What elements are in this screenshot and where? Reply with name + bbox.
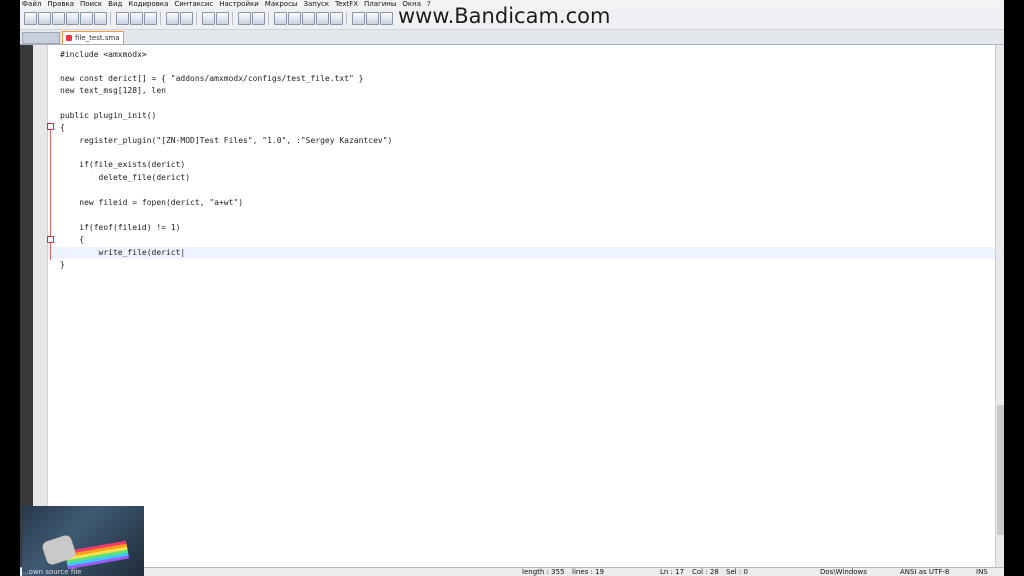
open-file-icon[interactable] — [38, 12, 51, 25]
code-line: if(feof(fileid) != 1) — [60, 223, 181, 232]
menu-run[interactable]: Запуск — [301, 0, 333, 9]
sync-scroll-v-icon[interactable] — [274, 12, 287, 25]
undo-icon[interactable] — [166, 12, 179, 25]
status-encoding: ANSI as UTF-8 — [900, 568, 950, 576]
new-file-icon[interactable] — [24, 12, 37, 25]
scrollbar-thumb[interactable] — [997, 405, 1004, 535]
copy-icon[interactable] — [130, 12, 143, 25]
menu-syntax[interactable]: Синтаксис — [172, 0, 217, 9]
code-line: register_plugin("[ZN-MOD]Test Files", "1… — [60, 136, 393, 145]
code-line: write_file(derict| — [60, 248, 186, 257]
tab-label: file_test.sma — [75, 34, 120, 42]
bookmark-margin[interactable] — [33, 45, 48, 569]
replace-icon[interactable] — [216, 12, 229, 25]
toolbar-separator — [110, 12, 111, 25]
code-line: new fileid = fopen(derict, "a+wt") — [60, 198, 244, 207]
status-ln: Ln : 17 — [660, 568, 685, 576]
code-line: new const derict[] = { "addons/amxmodx/c… — [60, 74, 364, 83]
code-line: if(file_exists(derict) — [60, 160, 186, 169]
tab-file-test-sma[interactable]: file_test.sma — [62, 31, 124, 44]
code-editor[interactable]: #include <amxmodx> new const derict[] = … — [48, 45, 995, 567]
show-all-chars-icon[interactable] — [316, 12, 329, 25]
record-macro-icon[interactable] — [352, 12, 365, 25]
toolbar-separator — [346, 12, 347, 25]
code-line: { — [60, 235, 85, 244]
toolbar-separator — [196, 12, 197, 25]
menu-encoding[interactable]: Кодировка — [126, 0, 172, 9]
menu-file[interactable]: Файл — [20, 0, 45, 9]
indent-guide-icon[interactable] — [330, 12, 343, 25]
status-bar: length : 355 lines : 19 Ln : 17 Col : 28… — [20, 567, 1004, 576]
toolbar-separator — [268, 12, 269, 25]
vertical-scrollbar[interactable] — [995, 45, 1004, 567]
code-line: #include <amxmodx> — [60, 50, 147, 59]
word-wrap-icon[interactable] — [302, 12, 315, 25]
notepad-plus-plus-window: Файл Правка Поиск Вид Кодировка Синтакси… — [20, 0, 1004, 576]
current-line-highlight — [48, 247, 995, 259]
save-all-icon[interactable] — [66, 12, 79, 25]
bandicam-watermark: www.Bandicam.com — [398, 4, 611, 28]
menu-edit[interactable]: Правка — [45, 0, 78, 9]
menu-plugins[interactable]: Плагины — [362, 0, 400, 9]
menu-textfx[interactable]: TextFX — [333, 0, 362, 9]
paste-icon[interactable] — [144, 12, 157, 25]
close-file-icon[interactable] — [80, 12, 93, 25]
stop-macro-icon[interactable] — [366, 12, 379, 25]
print-icon[interactable] — [94, 12, 107, 25]
video-overlay-thumbnail — [22, 506, 144, 576]
menu-macros[interactable]: Макросы — [263, 0, 302, 9]
code-line: { — [60, 123, 65, 132]
overlay-caption: ...own source file — [22, 568, 82, 576]
sync-scroll-h-icon[interactable] — [288, 12, 301, 25]
tab-bar: file_test.sma — [20, 30, 1004, 45]
zoom-out-icon[interactable] — [252, 12, 265, 25]
status-insert-mode: INS — [976, 568, 988, 576]
save-icon[interactable] — [52, 12, 65, 25]
play-macro-icon[interactable] — [380, 12, 393, 25]
zoom-in-icon[interactable] — [238, 12, 251, 25]
fold-marker-icon[interactable] — [47, 123, 54, 130]
line-number-margin — [20, 45, 33, 569]
redo-icon[interactable] — [180, 12, 193, 25]
fold-marker-icon[interactable] — [47, 236, 54, 243]
status-col: Col : 28 — [692, 568, 719, 576]
modified-file-icon — [66, 35, 72, 41]
status-length: length : 355 — [522, 568, 565, 576]
cut-icon[interactable] — [116, 12, 129, 25]
status-lines: lines : 19 — [572, 568, 604, 576]
status-sel: Sel : 0 — [726, 568, 748, 576]
code-line: delete_file(derict) — [60, 173, 191, 182]
menu-view[interactable]: Вид — [106, 0, 126, 9]
toolbar-separator — [232, 12, 233, 25]
find-icon[interactable] — [202, 12, 215, 25]
menu-search[interactable]: Поиск — [78, 0, 106, 9]
code-line: new text_msg[128], len — [60, 86, 166, 95]
menu-settings[interactable]: Настройки — [217, 0, 263, 9]
code-line: public plugin_init() — [60, 111, 157, 120]
code-line: } — [60, 260, 65, 269]
toolbar-separator — [160, 12, 161, 25]
status-eol: Dos\Windows — [820, 568, 867, 576]
pane-tab[interactable] — [22, 32, 60, 44]
